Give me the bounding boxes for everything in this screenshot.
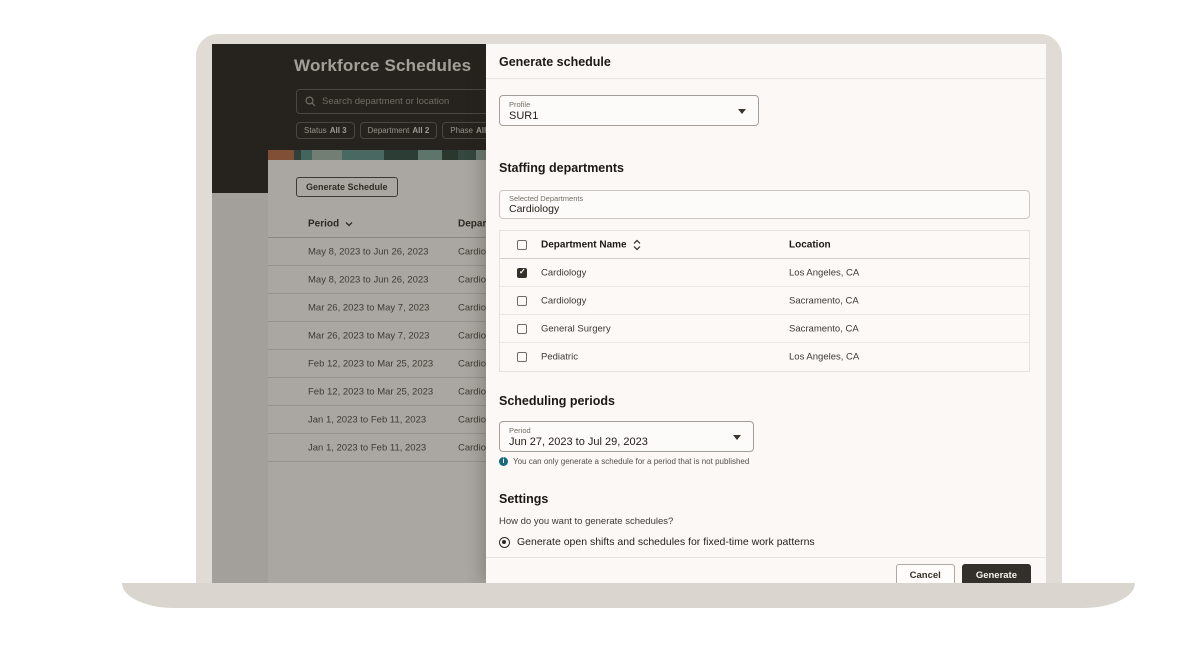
location-cell: Sacramento, CA bbox=[789, 323, 859, 334]
info-text: You can only generate a schedule for a p… bbox=[513, 457, 750, 466]
department-row[interactable]: Cardiology Los Angeles, CA bbox=[500, 259, 1029, 287]
department-row[interactable]: Cardiology Sacramento, CA bbox=[500, 287, 1029, 315]
location-header: Location bbox=[789, 239, 831, 250]
department-name-cell: Pediatric bbox=[541, 351, 578, 363]
cancel-button[interactable]: Cancel bbox=[895, 564, 955, 583]
location-cell: Los Angeles, CA bbox=[789, 351, 860, 363]
departments-table: Department Name Location Cardiology Los … bbox=[499, 230, 1030, 372]
info-icon: i bbox=[499, 457, 508, 466]
divider bbox=[486, 78, 1046, 79]
drawer-title: Generate schedule bbox=[499, 55, 611, 69]
period-info-note: i You can only generate a schedule for a… bbox=[499, 457, 749, 466]
selected-departments-label: Selected Departments bbox=[509, 194, 584, 203]
staffing-departments-heading: Staffing departments bbox=[499, 161, 625, 175]
selected-departments-field[interactable]: Selected Departments Cardiology bbox=[499, 190, 1030, 219]
modal-scrim[interactable] bbox=[212, 44, 486, 583]
laptop-mockup: Workforce Schedules Search department or… bbox=[0, 0, 1187, 670]
generate-schedule-drawer: Generate schedule Profile SUR1 Staffing … bbox=[486, 44, 1046, 583]
workforce-schedules-page: Workforce Schedules Search department or… bbox=[212, 44, 486, 583]
settings-question: How do you want to generate schedules? bbox=[499, 516, 674, 527]
department-name-cell: General Surgery bbox=[541, 323, 611, 334]
period-label: Period bbox=[509, 426, 531, 435]
period-value: Jun 27, 2023 to Jul 29, 2023 bbox=[509, 436, 648, 448]
department-name-header-label: Department Name bbox=[541, 239, 627, 250]
laptop-screen: Workforce Schedules Search department or… bbox=[212, 44, 1046, 583]
period-select[interactable]: Period Jun 27, 2023 to Jul 29, 2023 bbox=[499, 421, 754, 452]
location-cell: Sacramento, CA bbox=[789, 295, 859, 306]
radio-option-label: Generate open shifts and schedules for f… bbox=[517, 536, 815, 548]
departments-table-header: Department Name Location bbox=[500, 231, 1029, 259]
department-name-cell: Cardiology bbox=[541, 267, 587, 278]
row-checkbox[interactable] bbox=[517, 267, 527, 278]
profile-label: Profile bbox=[509, 100, 531, 109]
row-checkbox[interactable] bbox=[517, 295, 527, 306]
select-all-checkbox[interactable] bbox=[517, 239, 527, 250]
sort-icon[interactable] bbox=[633, 239, 641, 250]
generation-mode-option[interactable]: Generate open shifts and schedules for f… bbox=[499, 536, 815, 548]
row-checkbox[interactable] bbox=[517, 352, 527, 362]
row-checkbox[interactable] bbox=[517, 323, 527, 334]
department-name-header[interactable]: Department Name bbox=[541, 239, 641, 250]
settings-heading: Settings bbox=[499, 492, 549, 506]
chevron-down-icon bbox=[733, 434, 741, 440]
department-row[interactable]: Pediatric Los Angeles, CA bbox=[500, 343, 1029, 371]
scheduling-periods-heading: Scheduling periods bbox=[499, 394, 615, 408]
profile-value: SUR1 bbox=[509, 110, 539, 122]
radio-selected-icon[interactable] bbox=[499, 536, 510, 548]
location-cell: Los Angeles, CA bbox=[789, 267, 860, 278]
drawer-footer: Cancel Generate bbox=[486, 557, 1046, 583]
department-name-cell: Cardiology bbox=[541, 295, 587, 306]
laptop-base bbox=[122, 583, 1135, 608]
chevron-down-icon bbox=[738, 108, 746, 114]
generate-button[interactable]: Generate bbox=[961, 564, 1031, 583]
department-row[interactable]: General Surgery Sacramento, CA bbox=[500, 315, 1029, 343]
selected-departments-value: Cardiology bbox=[509, 203, 560, 215]
profile-select[interactable]: Profile SUR1 bbox=[499, 95, 759, 126]
